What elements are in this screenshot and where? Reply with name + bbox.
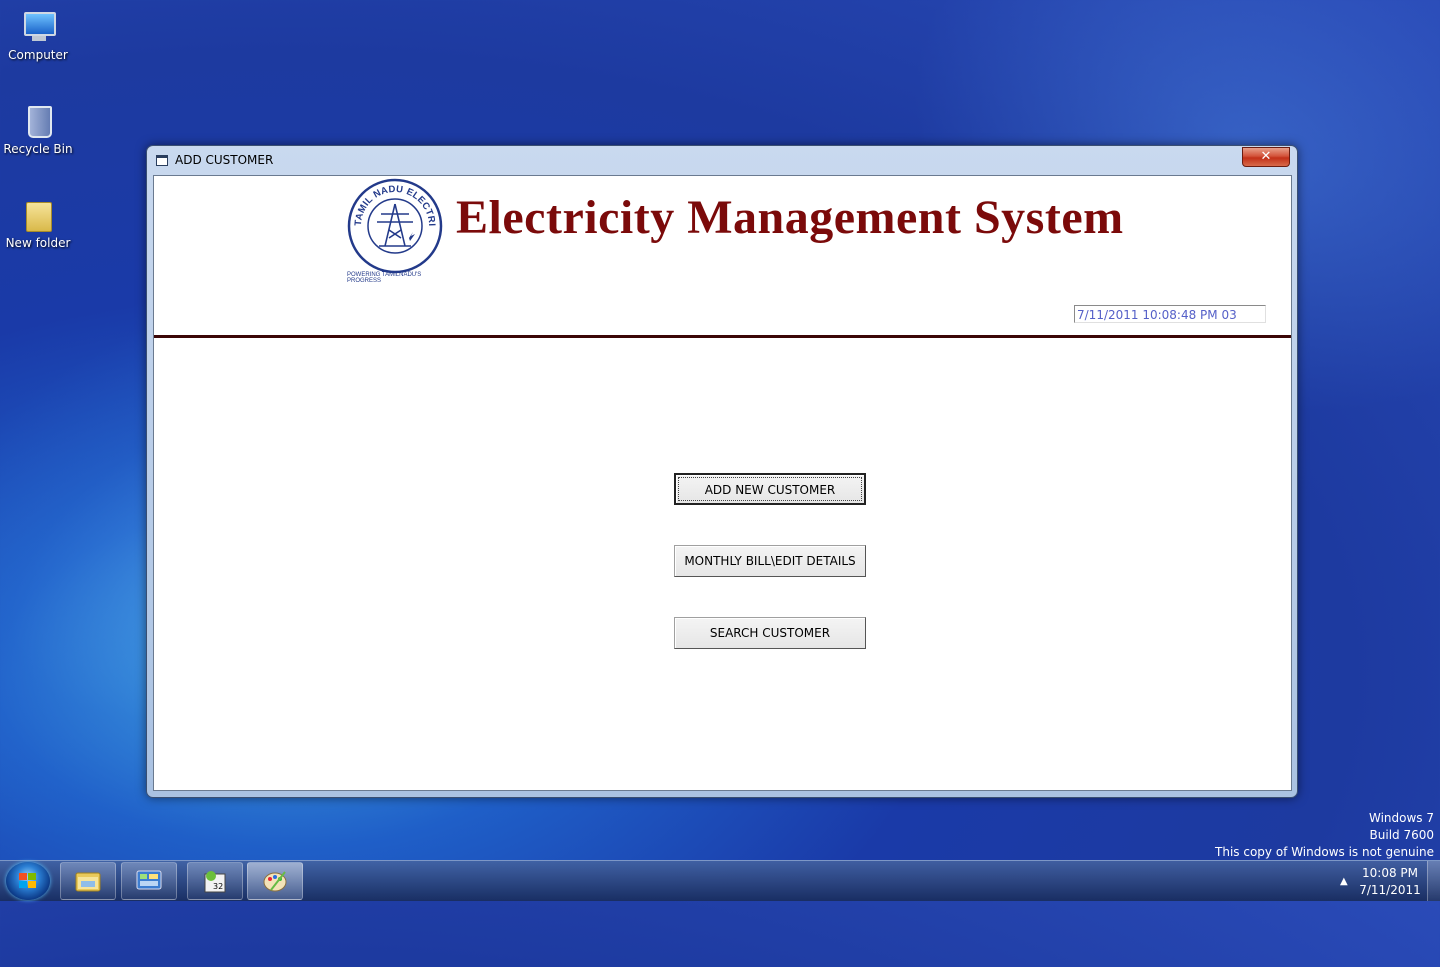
app-title: Electricity Management System (456, 191, 1124, 244)
desktop-icon-new-folder[interactable]: New folder (0, 196, 76, 250)
svg-text:32: 32 (213, 882, 223, 891)
computer-icon (20, 8, 56, 44)
taskbar-clock[interactable]: 10:08 PM 7/11/2011 (1356, 865, 1424, 899)
folder-icon (20, 196, 56, 232)
datetime-display: 7/11/2011 10:08:48 PM 03 (1074, 305, 1266, 323)
desktop-icon-label: New folder (5, 236, 71, 250)
logo-caption: POWERING TAMILNADU'S PROGRESS (347, 272, 422, 284)
add-customer-window: ADD CUSTOMER ✕ TAMIL NADU ELECTRICITY BO… (146, 145, 1298, 798)
folder-icon (75, 872, 101, 892)
header-divider (154, 335, 1291, 338)
desktop-icon-label: Computer (8, 48, 68, 62)
show-desktop-button[interactable] (1427, 861, 1440, 901)
watermark-line: This copy of Windows is not genuine (1215, 845, 1434, 859)
windows-logo-icon (19, 873, 37, 889)
desktop-icon-label: Recycle Bin (3, 142, 73, 156)
window-app-icon[interactable] (156, 155, 168, 166)
window-title: ADD CUSTOMER (175, 153, 274, 167)
control-panel-icon (136, 870, 162, 890)
paint-icon (263, 871, 287, 892)
start-button[interactable] (6, 862, 50, 900)
taskbar-item-explorer[interactable] (60, 862, 116, 900)
vb6-app-icon: 32 (204, 871, 226, 893)
watermark-line: Build 7600 (1369, 828, 1434, 842)
taskbar: 32 ▲ 10:08 PM 7/11/2011 (0, 860, 1440, 901)
show-hidden-icons-arrow-icon[interactable]: ▲ (1340, 876, 1348, 887)
recycle-bin-icon (20, 102, 56, 138)
windows-watermark: Windows 7 Build 7600 This copy of Window… (1215, 810, 1434, 861)
taskbar-item-vb-app[interactable]: 32 (187, 862, 243, 900)
title-bar[interactable]: ADD CUSTOMER ✕ (147, 146, 1297, 174)
desktop-icon-recycle-bin[interactable]: Recycle Bin (0, 102, 76, 156)
tneb-logo-icon: TAMIL NADU ELECTRICITY BOARD (347, 178, 443, 274)
clock-date: 7/11/2011 (1359, 883, 1421, 897)
close-button[interactable]: ✕ (1242, 147, 1290, 167)
add-new-customer-label: ADD NEW CUSTOMER (678, 477, 862, 501)
add-new-customer-button[interactable]: ADD NEW CUSTOMER (674, 473, 866, 505)
taskbar-item-paint[interactable] (247, 862, 303, 900)
watermark-line: Windows 7 (1368, 811, 1434, 825)
window-client-area: TAMIL NADU ELECTRICITY BOARD POWERING TA… (153, 175, 1292, 791)
taskbar-item-control-panel[interactable] (121, 862, 177, 900)
monthly-bill-edit-details-button[interactable]: MONTHLY BILL\EDIT DETAILS (674, 545, 866, 577)
search-customer-button[interactable]: SEARCH CUSTOMER (674, 617, 866, 649)
desktop-icon-computer[interactable]: Computer (0, 8, 76, 62)
clock-time: 10:08 PM (1362, 866, 1418, 880)
